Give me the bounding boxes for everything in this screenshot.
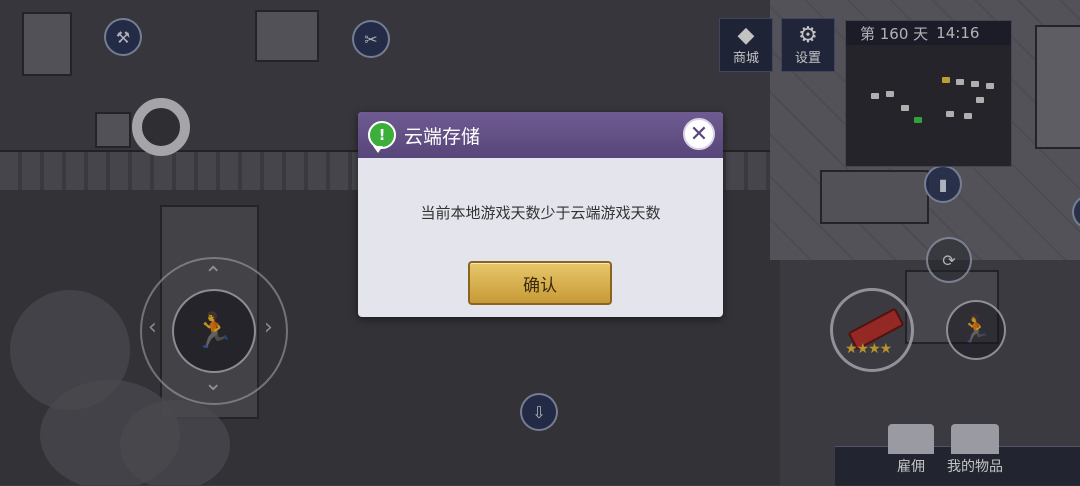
close-button[interactable]: ✕ [683, 118, 715, 150]
info-bubble-icon: ! [368, 121, 396, 153]
dialog-message: 当前本地游戏天数少于云端游戏天数 [420, 204, 661, 222]
confirm-button[interactable]: 确认 [468, 261, 612, 305]
dialog-title: 云端存储 [404, 125, 481, 148]
cloud-save-dialog: ! 云端存储 ✕ 当前本地游戏天数少于云端游戏天数 确认 [358, 112, 723, 317]
dialog-header: ! 云端存储 ✕ [358, 112, 723, 158]
